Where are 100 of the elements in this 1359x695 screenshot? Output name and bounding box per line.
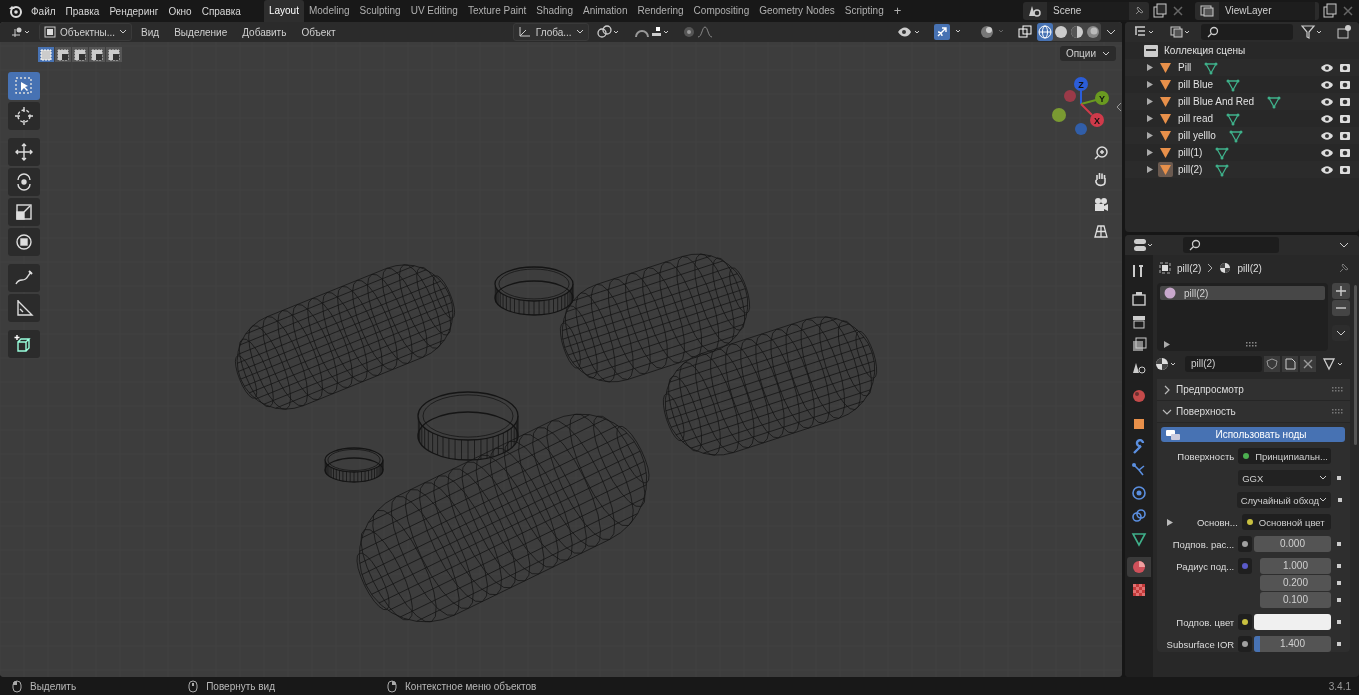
socket-button[interactable] — [1238, 636, 1253, 652]
workspace-tab[interactable]: Compositing — [688, 0, 755, 22]
expand-arrow-icon[interactable] — [1147, 166, 1153, 173]
expand-arrow-icon[interactable] — [1147, 81, 1153, 88]
axis-handle[interactable] — [1075, 123, 1087, 135]
camera-icon[interactable] — [1339, 147, 1351, 158]
drag-handle-icon[interactable] — [1332, 387, 1344, 392]
mesh-data-icon[interactable] — [1215, 145, 1230, 160]
pin-icon[interactable] — [1338, 262, 1350, 274]
rotate-tool-button[interactable] — [8, 168, 40, 196]
copy-icon[interactable] — [1151, 2, 1169, 20]
slot-menu-button[interactable] — [1332, 325, 1350, 341]
expand-arrow-icon[interactable] — [1164, 341, 1170, 348]
search-field[interactable] — [1183, 237, 1279, 253]
menu-item[interactable]: Выделение — [168, 26, 234, 38]
number-field[interactable]: 1.000 — [1260, 558, 1331, 574]
search-field[interactable] — [1201, 24, 1293, 40]
mesh-data-icon[interactable] — [1226, 77, 1241, 92]
mesh-data-icon[interactable] — [1215, 162, 1230, 177]
dropdown-field[interactable]: Случайный обход — [1236, 492, 1332, 508]
camera-icon[interactable] — [1339, 96, 1351, 107]
socket-button[interactable] — [1238, 614, 1253, 630]
expand-arrow-icon[interactable] — [1147, 149, 1153, 156]
expand-arrow-icon[interactable] — [1167, 518, 1173, 526]
eye-icon[interactable] — [1320, 79, 1334, 90]
workspace-tab[interactable]: Geometry Nodes — [754, 0, 840, 22]
workspace-tab[interactable]: Scripting — [839, 0, 889, 22]
camera-icon[interactable] — [1339, 62, 1351, 73]
eye-icon[interactable] — [1320, 113, 1334, 124]
unlink-button[interactable] — [1300, 356, 1316, 372]
expand-arrow-icon[interactable] — [1147, 64, 1153, 71]
camera-icon[interactable] — [1339, 164, 1351, 175]
selection-mode-button[interactable] — [89, 47, 105, 62]
chevron-down-icon[interactable] — [1339, 241, 1349, 249]
workspace-tab[interactable]: Layout — [263, 0, 304, 22]
orientation-dropdown[interactable]: Глоба... — [512, 23, 589, 41]
expand-arrow-icon[interactable] — [1147, 98, 1153, 105]
workspace-tab[interactable]: Sculpting — [354, 0, 406, 22]
mesh-object-icon[interactable] — [1158, 60, 1173, 75]
axis-handle[interactable] — [1064, 90, 1076, 102]
mesh-object-icon[interactable] — [1158, 128, 1173, 143]
remove-slot-button[interactable] — [1332, 300, 1350, 316]
menu-item[interactable]: Файл — [26, 5, 61, 17]
panel-header[interactable]: Предпросмотр — [1157, 379, 1350, 401]
duplicate-button[interactable] — [1282, 356, 1298, 372]
xray-toggle-button[interactable] — [1016, 23, 1034, 41]
solid-shading-button[interactable] — [1053, 23, 1069, 41]
y-axis-handle[interactable] — [1080, 91, 1109, 105]
add-slot-button[interactable] — [1332, 283, 1350, 299]
color-swatch[interactable] — [1254, 614, 1331, 630]
workspace-tab[interactable]: Texture Paint — [462, 0, 532, 22]
number-field[interactable]: 0.000 — [1254, 536, 1331, 552]
add-cube-tool-button[interactable] — [8, 330, 40, 358]
selection-mode-button[interactable] — [106, 47, 122, 62]
axis-handle[interactable] — [1052, 108, 1066, 122]
eye-icon[interactable] — [1320, 130, 1334, 141]
selection-mode-button[interactable] — [55, 47, 71, 62]
select-tool-button[interactable] — [8, 72, 40, 100]
use-nodes-button[interactable]: Использовать ноды — [1161, 427, 1345, 442]
object-name[interactable]: pill(2) — [1178, 164, 1203, 175]
drag-handle-icon[interactable] — [1332, 409, 1344, 414]
object-name[interactable]: pill read — [1178, 113, 1214, 124]
camera-icon[interactable] — [1339, 79, 1351, 90]
menu-item[interactable]: Правка — [60, 5, 105, 17]
selection-mode-button[interactable] — [38, 47, 54, 62]
workspace-tab[interactable]: UV Editing — [405, 0, 463, 22]
eye-icon[interactable] — [1320, 164, 1334, 175]
annotate-tool-button[interactable] — [8, 264, 40, 292]
number-field[interactable]: 0.100 — [1260, 592, 1331, 608]
eye-icon[interactable] — [1320, 96, 1334, 107]
menu-item[interactable]: Рендеринг — [104, 5, 164, 17]
camera-icon[interactable] — [1339, 113, 1351, 124]
workspace-tab[interactable]: Modeling — [303, 0, 355, 22]
mesh-data-icon[interactable] — [1267, 94, 1282, 109]
blender-logo-icon[interactable] — [8, 4, 22, 18]
mesh-data-icon[interactable] — [1228, 128, 1243, 143]
object-name[interactable]: pill yelllo — [1178, 130, 1216, 141]
wireframe-shading-button[interactable] — [1037, 23, 1053, 41]
dropdown-field[interactable]: GGX — [1238, 470, 1331, 486]
eye-icon[interactable] — [1320, 62, 1334, 73]
menu-item[interactable]: Объект — [295, 26, 342, 38]
collection-name[interactable]: Коллекция сцены — [1164, 45, 1246, 56]
object-name[interactable]: pill Blue — [1178, 79, 1214, 90]
cursor-tool-button[interactable] — [8, 102, 40, 130]
rendered-shading-button[interactable] — [1085, 23, 1101, 41]
mode-dropdown[interactable]: Объектны... — [39, 23, 133, 41]
mesh-object-icon[interactable] — [1158, 162, 1173, 177]
add-workspace-button[interactable]: + — [888, 0, 907, 22]
object-name[interactable]: Pill — [1178, 62, 1192, 73]
material-name-field[interactable]: pill(2) — [1185, 356, 1262, 372]
expand-arrow-icon[interactable] — [1147, 115, 1153, 122]
close-icon[interactable] — [1171, 4, 1185, 18]
eye-icon[interactable] — [1320, 147, 1334, 158]
menu-item[interactable]: Добавить — [236, 26, 293, 38]
socket-link-field[interactable]: Основной цвет — [1241, 514, 1332, 530]
socket-link-field[interactable]: Принципиальн... — [1238, 448, 1331, 464]
slider-field[interactable]: 1.400 — [1254, 636, 1331, 652]
expand-arrow-icon[interactable] — [1147, 132, 1153, 139]
workspace-tab[interactable]: Animation — [578, 0, 633, 22]
material-shading-button[interactable] — [1069, 23, 1085, 41]
